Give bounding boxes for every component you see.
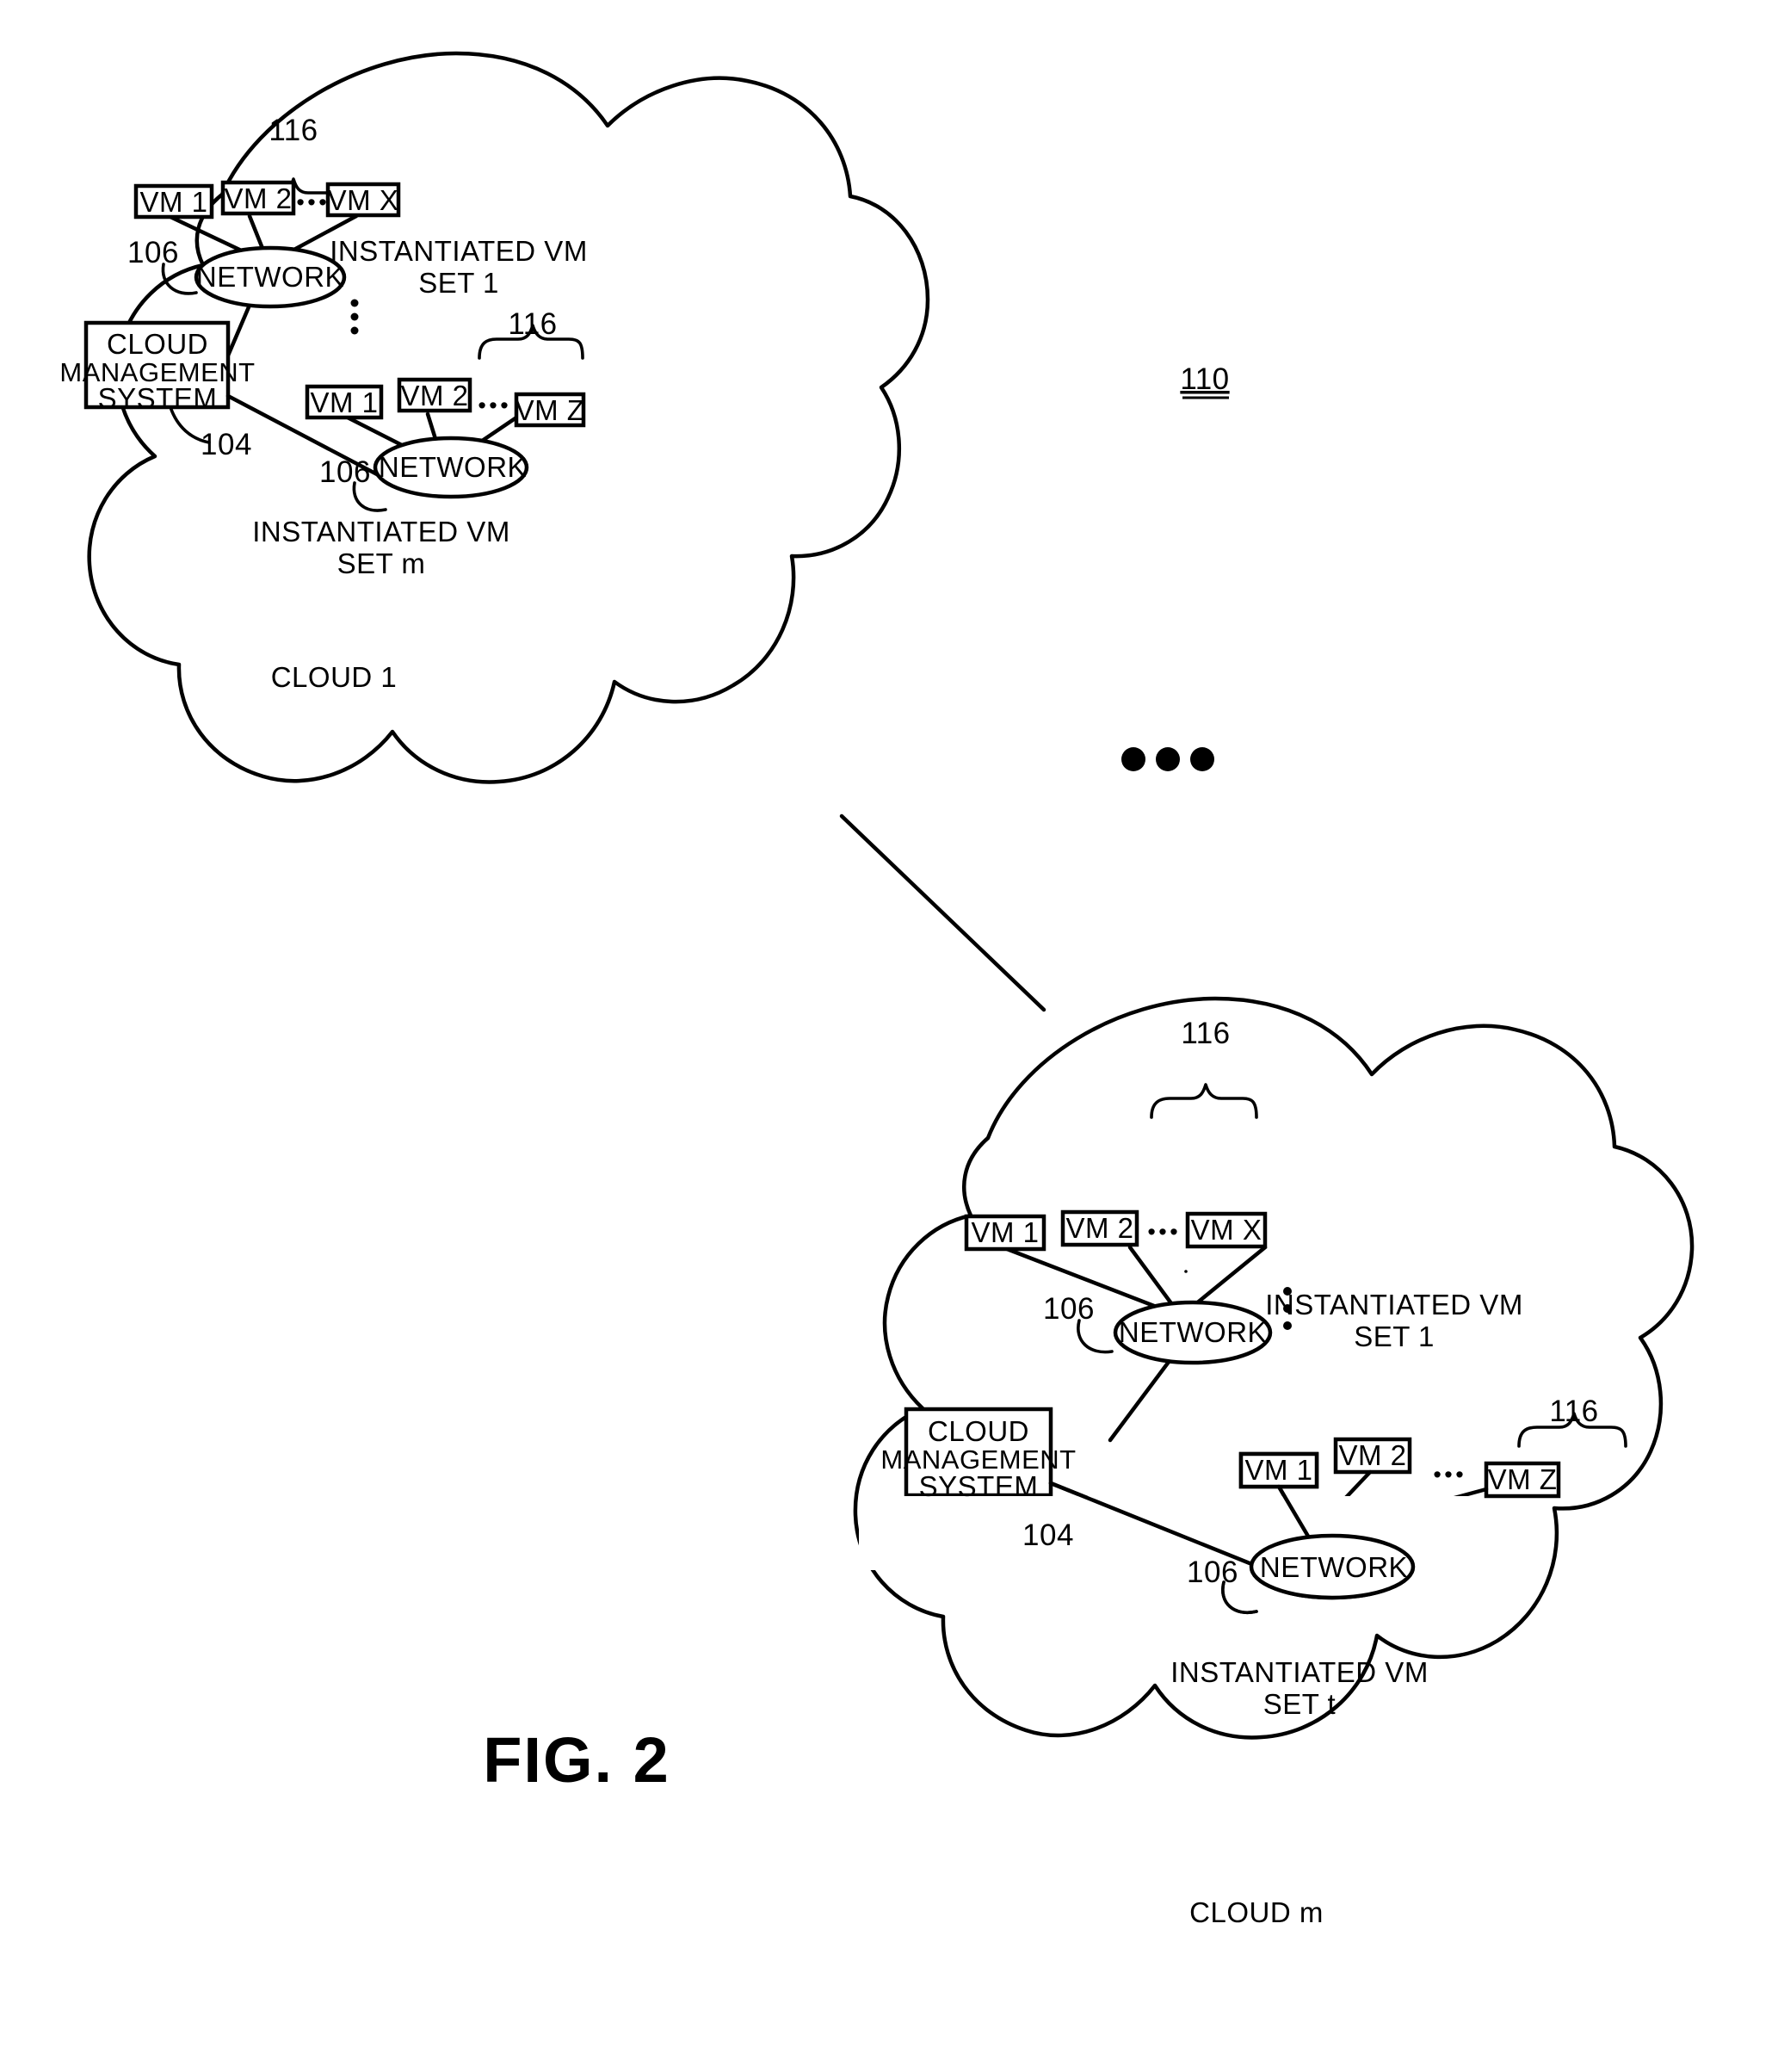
cloud-m-set-1-label-line-2: SET 1 — [1354, 1321, 1435, 1352]
cloud-m-set-t-vm-label-2: VM 2 — [1338, 1439, 1406, 1471]
cloud-1-set-m-bracket-ref: 116 — [508, 307, 557, 341]
cloud-1-cms-ref: 104 — [201, 428, 252, 461]
system-ref-110: 110 — [1180, 362, 1229, 396]
cloud-m-set-t-vm-label-1: VM 1 — [1244, 1454, 1312, 1486]
cloud-m-set-t-bracket-ref: 116 — [1549, 1395, 1598, 1428]
cloud-m-set-1-label-line-1: INSTANTIATED VM — [1265, 1289, 1523, 1321]
cloud-1-set-m-network-ref: 106 — [319, 455, 371, 489]
cloud-1-set-1-vm-ellipsis: • • • — [296, 189, 326, 215]
cloud-m-set-t-network-label: NETWORK — [1260, 1551, 1408, 1583]
cloud-m-set-1-vm-label-x: VM X — [1191, 1214, 1263, 1246]
cloud-1-set-1-vm-label-1: VM 1 — [139, 186, 207, 218]
cloud-m-cms-label-line-3: SYSTEM — [919, 1470, 1039, 1502]
cloud-m-set-t-label-line-2: SET t — [1263, 1688, 1336, 1720]
figure-label: FIG. 2 — [483, 1724, 670, 1796]
cloud-m-set-t-vm-ellipsis: • • • — [1433, 1462, 1463, 1488]
cloud-1-set-1-label-line-1: INSTANTIATED VM — [330, 235, 588, 267]
patent-figure-page: 116 VM 1 VM 2 VM X • • • 106 NETWORK INS… — [0, 0, 1778, 2072]
cloud-1-caption: CLOUD 1 — [271, 661, 398, 693]
cloud-1-cms-label-line-1: CLOUD — [107, 328, 208, 360]
cloud-1-set-m-vm-label-1: VM 1 — [310, 387, 378, 418]
cloud-1-set-1-vm-label-x: VM X — [328, 184, 399, 216]
cloud-1-set-m-vm-label-z: VM Z — [515, 394, 585, 426]
cloud-1-set-m-vm-label-2: VM 2 — [400, 380, 468, 411]
cloud-m-set-1-network-label: NETWORK — [1119, 1316, 1267, 1348]
figure-2-text-layer: 116 VM 1 VM 2 VM X • • • 106 NETWORK INS… — [59, 114, 1598, 1928]
cloud-1-set-1-bracket-ref: 116 — [269, 114, 318, 147]
cloud-1-set-1-vm-label-2: VM 2 — [224, 182, 292, 214]
cloud-m-set-1-vm-label-1: VM 1 — [971, 1216, 1039, 1248]
cloud-m-cms-ref: 104 — [1022, 1518, 1074, 1552]
cloud-m-set-1-vm-label-2: VM 2 — [1065, 1212, 1133, 1244]
cloud-1-set-m-vm-ellipsis: • • • — [478, 393, 508, 418]
cloud-m-set-1-bracket-ref: 116 — [1181, 1017, 1230, 1050]
cloud-1-set-1-network-ref: 106 — [127, 236, 179, 269]
cloud-1-set-m-network-label: NETWORK — [379, 451, 527, 483]
cloud-m-set-t-network-ref: 106 — [1187, 1556, 1238, 1589]
cloud-1-set-m-label-line-1: INSTANTIATED VM — [252, 516, 510, 547]
cloud-1-set-m-label-line-2: SET m — [337, 547, 426, 579]
cloud-m-set-t-vm-label-z: VM Z — [1488, 1463, 1558, 1495]
cloud-1-set-1-label-line-2: SET 1 — [418, 267, 499, 299]
cloud-m-set-1-network-ref: 106 — [1043, 1292, 1095, 1326]
cloud-m-set-1-vm-ellipsis: • • • — [1147, 1219, 1177, 1245]
cloud-1-set-1-network-label: NETWORK — [196, 261, 344, 293]
cloud-m-cms-label-line-1: CLOUD — [928, 1415, 1029, 1447]
cloud-m-caption: CLOUD m — [1189, 1896, 1324, 1928]
cloud-m-set-t-label-line-1: INSTANTIATED VM — [1170, 1656, 1429, 1688]
cloud-1-cms-label-line-3: SYSTEM — [98, 382, 218, 414]
